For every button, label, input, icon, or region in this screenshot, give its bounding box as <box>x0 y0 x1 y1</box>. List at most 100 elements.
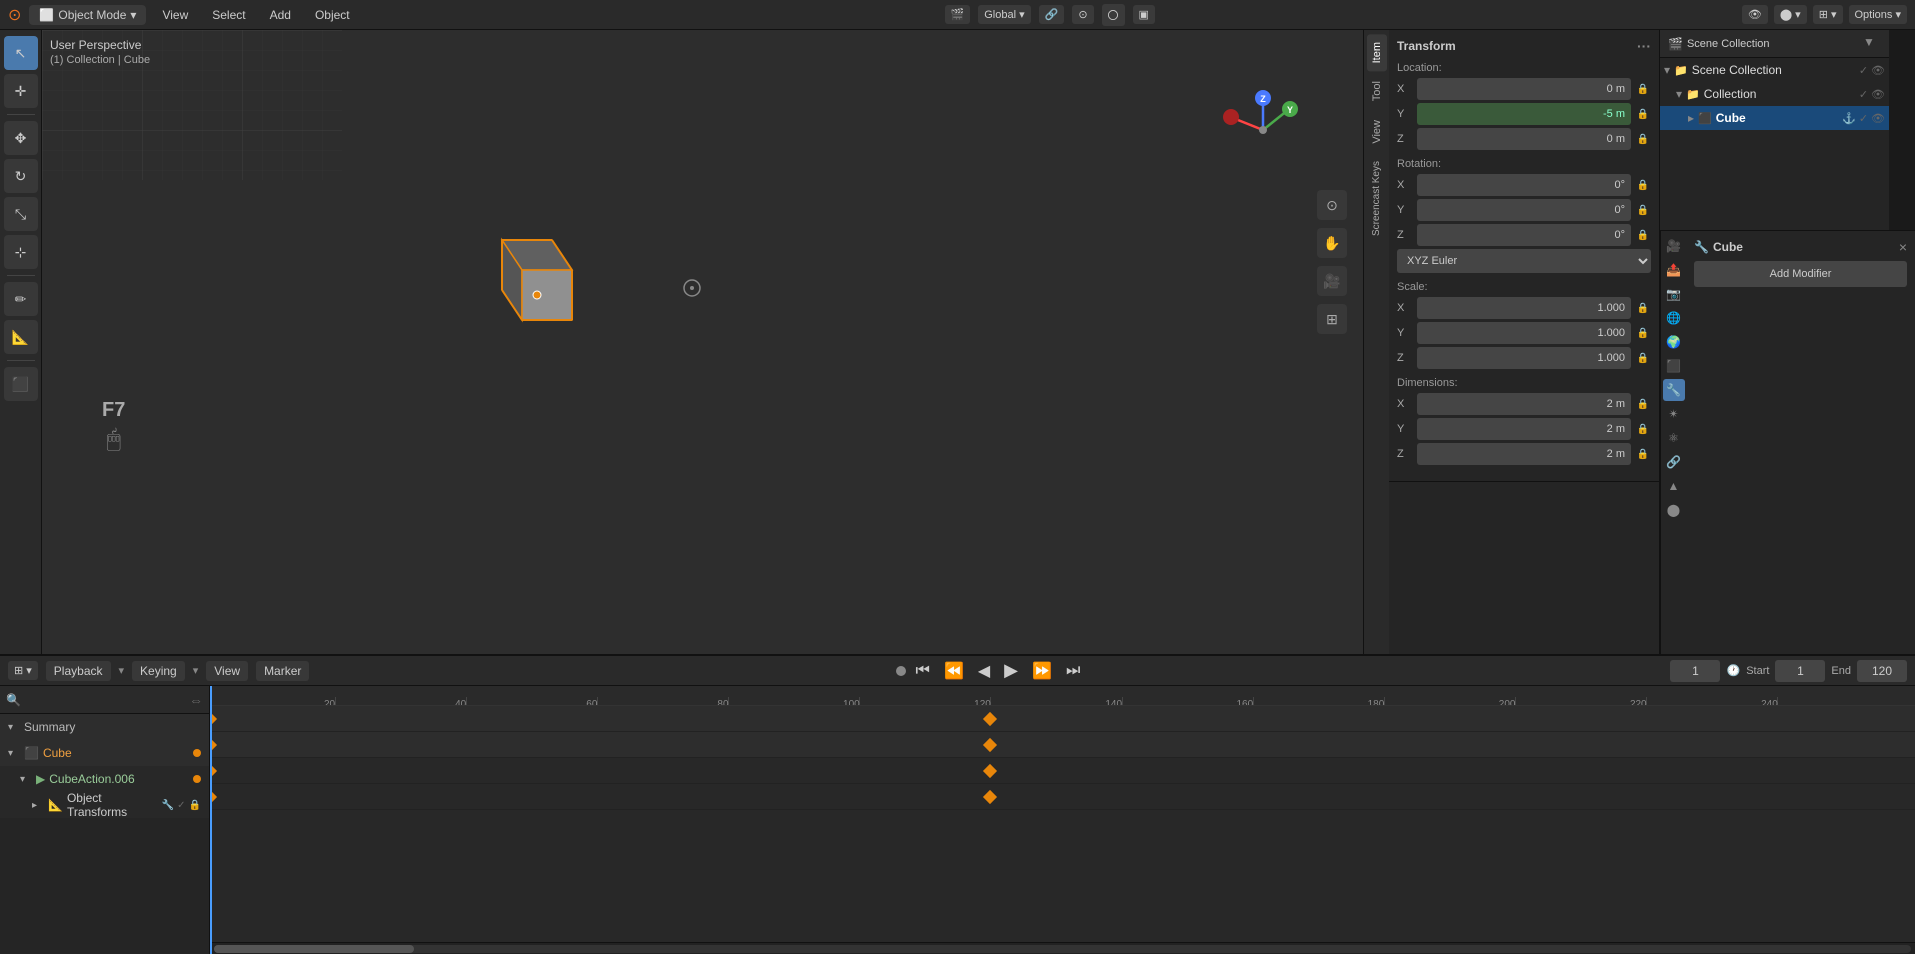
scale-x-input[interactable] <box>1417 297 1631 319</box>
add-menu[interactable]: Add <box>262 6 299 24</box>
timeline-horizontal-scrollbar[interactable] <box>210 942 1915 954</box>
scrollbar-track[interactable] <box>214 945 1911 953</box>
move-tool-button[interactable]: ✥ <box>4 121 38 155</box>
marker-menu-button[interactable]: Marker <box>256 661 309 681</box>
rotate-tool-button[interactable]: ↻ <box>4 159 38 193</box>
summary-expand-icon[interactable]: ▾ <box>8 722 20 733</box>
view-menu-button[interactable]: View <box>206 661 248 681</box>
cube-expand-icon[interactable]: ▾ <box>8 748 20 759</box>
select-menu[interactable]: Select <box>204 6 253 24</box>
options-button[interactable]: Options ▾ <box>1849 5 1908 24</box>
keyframe-action-120[interactable] <box>983 763 997 777</box>
cube-eye[interactable]: 👁 <box>1871 112 1885 125</box>
rotation-x-input[interactable] <box>1417 174 1631 196</box>
location-y-input[interactable] <box>1417 103 1631 125</box>
rotation-z-input[interactable] <box>1417 224 1631 246</box>
sidebar-tab-tool[interactable]: Tool <box>1367 73 1387 109</box>
timeline-row-summary[interactable] <box>210 706 1915 732</box>
render-props-icon[interactable]: 🎥 <box>1663 235 1685 257</box>
track-label-summary[interactable]: ▾ Summary <box>0 714 209 740</box>
current-frame-input[interactable] <box>1670 660 1720 682</box>
scrollbar-thumb[interactable] <box>214 945 414 953</box>
scene-collection-checkbox[interactable]: ✓ <box>1859 64 1868 77</box>
xray-button[interactable]: ▣ <box>1133 5 1155 24</box>
outliner-cube[interactable]: ▸ ⬛ Cube ⚓ ✓ 👁 <box>1660 106 1889 130</box>
track-label-action[interactable]: ▾ ▶ CubeAction.006 <box>0 766 209 792</box>
physics-props-icon[interactable]: ⚛ <box>1663 427 1685 449</box>
cube-3d[interactable] <box>462 230 592 363</box>
dim-x-lock[interactable]: 🔒 <box>1635 396 1651 412</box>
transforms-expand-icon[interactable]: ▸ <box>32 800 44 811</box>
material-props-icon[interactable]: ⬤ <box>1663 499 1685 521</box>
object-menu[interactable]: Object <box>307 6 358 24</box>
add-cube-button[interactable]: ⬛ <box>4 367 38 401</box>
annotate-tool-button[interactable]: ✏ <box>4 282 38 316</box>
proportional-edit-button[interactable]: ⊙ <box>1072 5 1093 24</box>
data-props-icon[interactable]: ▲ <box>1663 475 1685 497</box>
timeline-row-cube[interactable] <box>210 732 1915 758</box>
render-button[interactable]: 👁 <box>1742 5 1768 24</box>
location-x-lock[interactable]: 🔒 <box>1635 81 1651 97</box>
cube-link-icon[interactable]: ⚓ <box>1842 112 1856 125</box>
keyframe-summary-120[interactable] <box>983 711 997 725</box>
transforms-action-1[interactable]: 🔧 <box>162 800 174 811</box>
playhead[interactable] <box>210 686 212 954</box>
dim-x-input[interactable] <box>1417 393 1631 415</box>
keyframe-cube-120[interactable] <box>983 737 997 751</box>
jump-start-button[interactable]: ⏮ <box>912 660 934 682</box>
outliner-collection[interactable]: ▾ 📁 Collection ✓ 👁 <box>1660 82 1889 106</box>
view-zoom-button[interactable]: 🎥 <box>1317 266 1347 296</box>
dim-y-input[interactable] <box>1417 418 1631 440</box>
viewport[interactable]: User Perspective (1) Collection | Cube Z… <box>42 30 1363 654</box>
view-pan-button[interactable]: ✋ <box>1317 228 1347 258</box>
add-modifier-button[interactable]: Add Modifier <box>1694 261 1907 287</box>
playback-menu-button[interactable]: Playback <box>46 661 111 681</box>
rotation-mode-dropdown[interactable]: XYZ Euler <box>1397 249 1651 273</box>
scene-selector-button[interactable]: 🎬 <box>945 5 971 24</box>
sidebar-tab-item[interactable]: Item <box>1367 34 1387 71</box>
rotation-y-input[interactable] <box>1417 199 1631 221</box>
timeline-search-arrow[interactable]: ⇔ <box>189 692 203 708</box>
dim-z-input[interactable] <box>1417 443 1631 465</box>
track-label-transforms[interactable]: ▸ 📐 Object Transforms 🔧 ✓ 🔒 <box>0 792 209 818</box>
next-keyframe-button[interactable]: ⏩ <box>1028 659 1056 683</box>
editor-type-button[interactable]: ⊞ ▾ <box>1813 5 1843 24</box>
action-expand-icon[interactable]: ▾ <box>20 774 32 785</box>
dim-z-lock[interactable]: 🔒 <box>1635 446 1651 462</box>
jump-end-button[interactable]: ⏭ <box>1062 660 1084 682</box>
location-z-lock[interactable]: 🔒 <box>1635 131 1651 147</box>
sidebar-tab-view[interactable]: View <box>1367 112 1387 152</box>
outliner-filter-button[interactable]: ▼ <box>1863 35 1881 53</box>
play-button[interactable]: ▶ <box>1000 658 1022 683</box>
timeline-search-input[interactable] <box>25 694 185 706</box>
cube-checkbox[interactable]: ✓ <box>1859 112 1868 125</box>
scene-collection-eye[interactable]: 👁 <box>1871 64 1885 77</box>
timeline-row-action[interactable] <box>210 758 1915 784</box>
timeline-editor-type-button[interactable]: ⊞ ▾ <box>8 661 38 680</box>
global-transform-button[interactable]: Global ▾ <box>978 5 1030 24</box>
timeline-row-transforms[interactable] <box>210 784 1915 810</box>
view-orbit-button[interactable]: ⊙ <box>1317 190 1347 220</box>
prev-keyframe-button[interactable]: ⏪ <box>940 659 968 683</box>
rotation-y-lock[interactable]: 🔒 <box>1635 202 1651 218</box>
world-props-icon[interactable]: 🌍 <box>1663 331 1685 353</box>
output-props-icon[interactable]: 📤 <box>1663 259 1685 281</box>
measure-tool-button[interactable]: 📐 <box>4 320 38 354</box>
particles-props-icon[interactable]: ✴ <box>1663 403 1685 425</box>
select-tool-button[interactable]: ↖ <box>4 36 38 70</box>
scale-y-input[interactable] <box>1417 322 1631 344</box>
end-frame-input[interactable] <box>1857 660 1907 682</box>
timeline-main-area[interactable]: 120406080100120140160180200220240 <box>210 686 1915 954</box>
sidebar-tab-screencast[interactable]: Screencast Keys <box>1367 153 1386 244</box>
transforms-action-2[interactable]: ✓ <box>177 800 185 811</box>
snap-button[interactable]: 🔗 <box>1039 5 1065 24</box>
view-camera-button[interactable]: ⊞ <box>1317 304 1347 334</box>
viewport-shading-button[interactable]: ⬤ ▾ <box>1774 5 1807 24</box>
scale-y-lock[interactable]: 🔒 <box>1635 325 1651 341</box>
app-icon[interactable]: ⊙ <box>8 5 21 25</box>
keyframe-transforms-120[interactable] <box>983 789 997 803</box>
transform-options-button[interactable]: ··· <box>1637 38 1651 54</box>
object-mode-button[interactable]: ⬜ Object Mode ▾ <box>29 5 146 25</box>
collection-eye[interactable]: 👁 <box>1871 88 1885 101</box>
viewport-gizmo[interactable]: Z Y <box>1223 90 1303 170</box>
